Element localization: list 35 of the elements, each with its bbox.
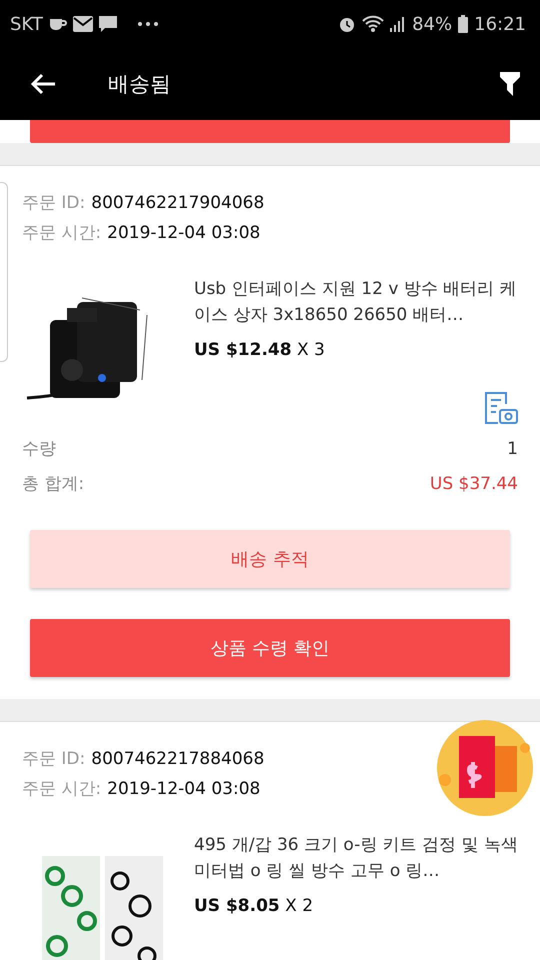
filter-icon[interactable] xyxy=(500,72,520,96)
more-icon xyxy=(136,21,159,27)
product-price: US $8.05 xyxy=(194,896,280,916)
coupon-icon[interactable] xyxy=(435,718,535,818)
product-price: US $12.48 xyxy=(194,340,292,360)
order-id: 8007462217884068 xyxy=(91,748,264,771)
cup-icon xyxy=(48,16,67,32)
total-value: US $37.44 xyxy=(430,473,518,496)
mail-icon xyxy=(72,15,93,33)
clock: 16:21 xyxy=(474,14,526,34)
total-label: 총 합계: xyxy=(22,473,84,496)
quantity-value: 1 xyxy=(507,438,518,461)
product-title[interactable]: 495 개/갑 36 크기 o-링 키트 검정 및 녹색 미터법 o 링 씰 방수 고무 o 링… xyxy=(194,832,518,884)
signal-icon xyxy=(390,15,406,33)
document-camera-icon[interactable] xyxy=(484,390,518,426)
wifi-icon xyxy=(362,15,384,33)
order-id: 8007462217904068 xyxy=(91,192,264,215)
product-quantity: X 3 xyxy=(296,340,325,360)
screen-title: 배송됨 xyxy=(108,71,171,98)
order-time: 2019-12-04 03:08 xyxy=(107,222,260,245)
battery-percent: 84% xyxy=(412,14,452,34)
order-time-label: 주문 시간: xyxy=(22,222,102,245)
quantity-label: 수량 xyxy=(22,438,56,461)
order-id-label: 주문 ID: xyxy=(22,748,86,771)
confirm-receipt-button[interactable]: 상품 수령 확인 xyxy=(30,619,510,677)
product-title[interactable]: Usb 인터페이스 지원 12 v 방수 배터리 케이스 상자 3x18650 26650 배터… xyxy=(194,276,518,328)
chat-icon xyxy=(98,16,117,32)
product-quantity: X 2 xyxy=(285,896,314,916)
alarm-icon xyxy=(338,15,356,33)
order-time: 2019-12-04 03:08 xyxy=(107,778,260,801)
order-id-label: 주문 ID: xyxy=(22,192,86,215)
back-arrow-icon[interactable] xyxy=(30,73,56,95)
order-time-label: 주문 시간: xyxy=(22,778,102,801)
carrier: SKT xyxy=(10,14,43,34)
battery-icon xyxy=(458,15,468,33)
